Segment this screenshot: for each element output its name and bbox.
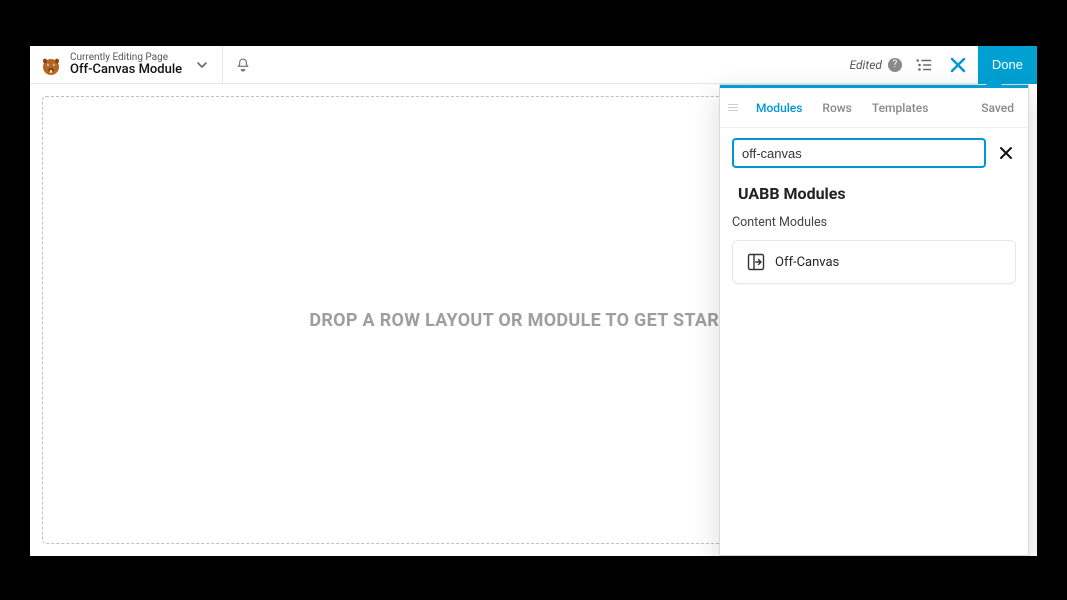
module-search-input[interactable] bbox=[732, 138, 986, 168]
module-section-title: Content Modules bbox=[720, 209, 1028, 240]
edited-status: Edited bbox=[849, 58, 881, 72]
beaver-logo-icon bbox=[38, 52, 64, 78]
tab-templates[interactable]: Templates bbox=[864, 101, 937, 115]
module-item-label: Off-Canvas bbox=[775, 255, 839, 270]
content-panel: Modules Rows Templates Saved UABB Module… bbox=[719, 84, 1029, 556]
tab-saved[interactable]: Saved bbox=[973, 101, 1022, 115]
panel-drag-handle-icon[interactable] bbox=[726, 104, 740, 111]
content-panel-toggle[interactable] bbox=[946, 53, 970, 77]
page-info: Currently Editing Page Off-Canvas Module bbox=[70, 52, 182, 77]
help-icon[interactable]: ? bbox=[888, 58, 902, 72]
module-group-title: UABB Modules bbox=[720, 176, 1028, 209]
off-canvas-icon bbox=[747, 253, 765, 271]
topbar: Currently Editing Page Off-Canvas Module… bbox=[30, 46, 1037, 84]
tab-modules[interactable]: Modules bbox=[748, 101, 810, 115]
close-icon bbox=[998, 145, 1014, 161]
page-title: Off-Canvas Module bbox=[70, 63, 182, 77]
close-icon bbox=[949, 56, 967, 74]
notifications-button[interactable] bbox=[222, 46, 262, 84]
title-dropdown-button[interactable] bbox=[182, 46, 222, 84]
outline-toggle-button[interactable] bbox=[912, 53, 936, 77]
search-row bbox=[720, 128, 1028, 176]
drop-zone-text: DROP A ROW LAYOUT OR MODULE TO GET START… bbox=[309, 310, 757, 331]
chevron-down-icon bbox=[196, 59, 208, 71]
outline-icon bbox=[915, 57, 933, 73]
module-item-off-canvas[interactable]: Off-Canvas bbox=[732, 240, 1016, 284]
bell-icon bbox=[235, 57, 251, 73]
panel-tabs: Modules Rows Templates Saved bbox=[720, 88, 1028, 128]
clear-search-button[interactable] bbox=[996, 143, 1016, 163]
tab-rows[interactable]: Rows bbox=[814, 101, 859, 115]
